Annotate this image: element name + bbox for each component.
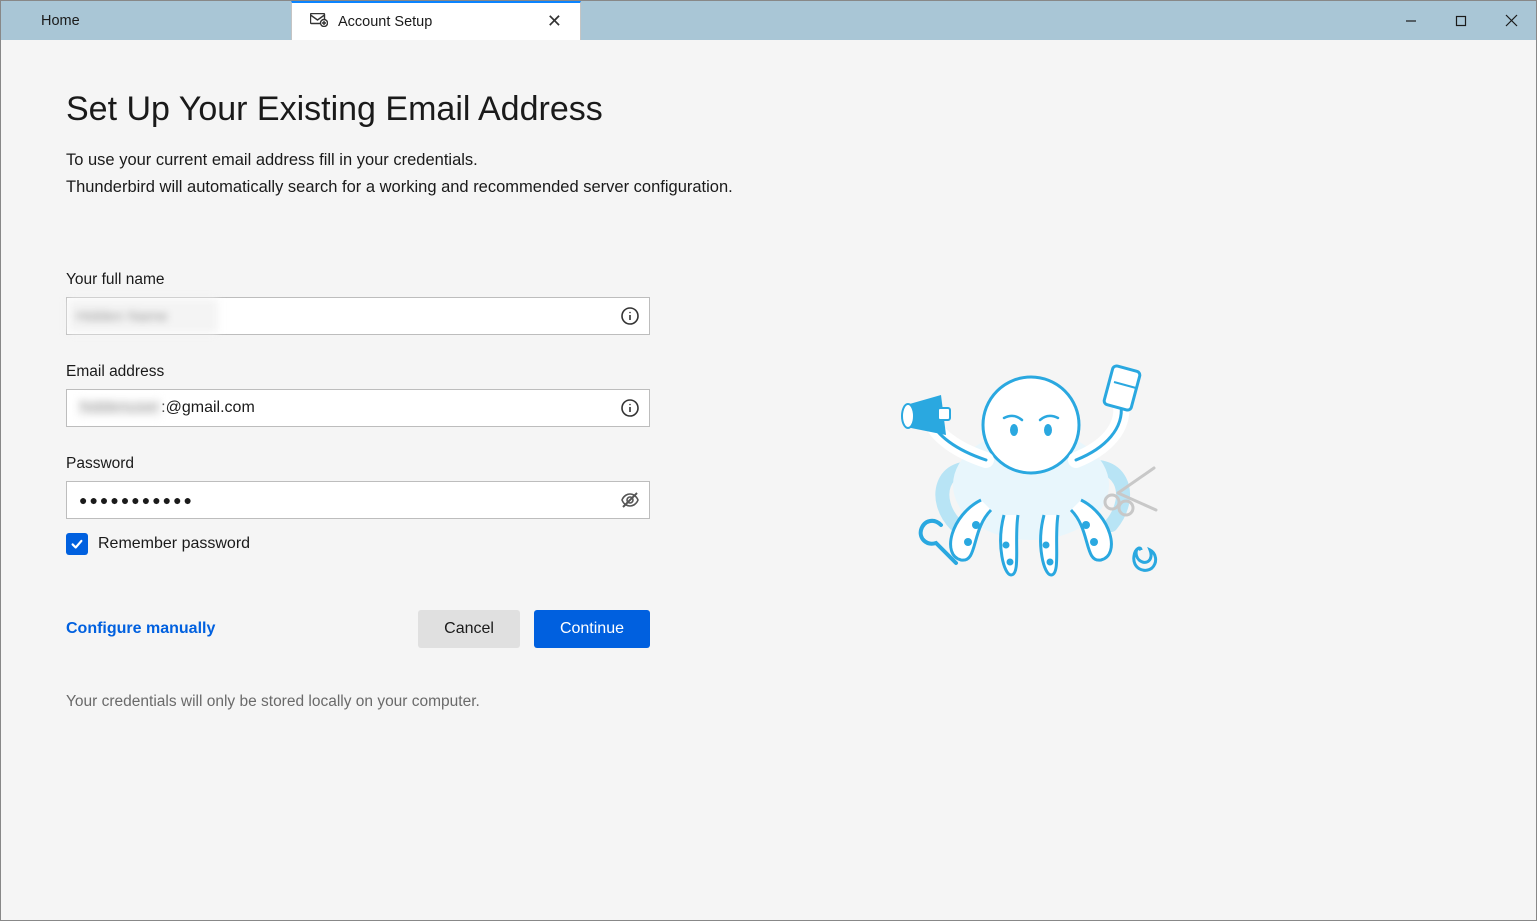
tab-home-label: Home bbox=[41, 13, 80, 29]
continue-button[interactable]: Continue bbox=[534, 610, 650, 648]
email-input[interactable] bbox=[66, 389, 650, 427]
remember-password-label: Remember password bbox=[98, 535, 250, 553]
page-title: Set Up Your Existing Email Address bbox=[66, 90, 786, 129]
footer-note: Your credentials will only be stored loc… bbox=[66, 693, 786, 711]
octopus-illustration bbox=[886, 350, 1176, 711]
tab-active-label: Account Setup bbox=[338, 14, 432, 30]
cancel-button[interactable]: Cancel bbox=[418, 610, 520, 648]
close-window-button[interactable] bbox=[1486, 1, 1536, 40]
mail-icon bbox=[310, 13, 328, 31]
remember-password-checkbox[interactable] bbox=[66, 533, 88, 555]
password-input[interactable] bbox=[66, 481, 650, 519]
tab-account-setup[interactable]: Account Setup ✕ bbox=[291, 1, 581, 40]
configure-manually-link[interactable]: Configure manually bbox=[66, 620, 215, 638]
eye-off-icon[interactable] bbox=[620, 490, 640, 510]
name-input[interactable] bbox=[66, 297, 650, 335]
info-icon[interactable] bbox=[620, 398, 640, 418]
info-icon[interactable] bbox=[620, 306, 640, 326]
email-label: Email address bbox=[66, 363, 786, 381]
tab-home[interactable]: Home bbox=[1, 1, 291, 40]
tab-bar: Home Account Setup ✕ bbox=[1, 1, 1536, 40]
maximize-button[interactable] bbox=[1436, 1, 1486, 40]
window-controls bbox=[1386, 1, 1536, 40]
close-tab-icon[interactable]: ✕ bbox=[547, 11, 562, 32]
minimize-button[interactable] bbox=[1386, 1, 1436, 40]
password-label: Password bbox=[66, 455, 786, 473]
page-subtitle: To use your current email address fill i… bbox=[66, 147, 786, 201]
name-label: Your full name bbox=[66, 271, 786, 289]
